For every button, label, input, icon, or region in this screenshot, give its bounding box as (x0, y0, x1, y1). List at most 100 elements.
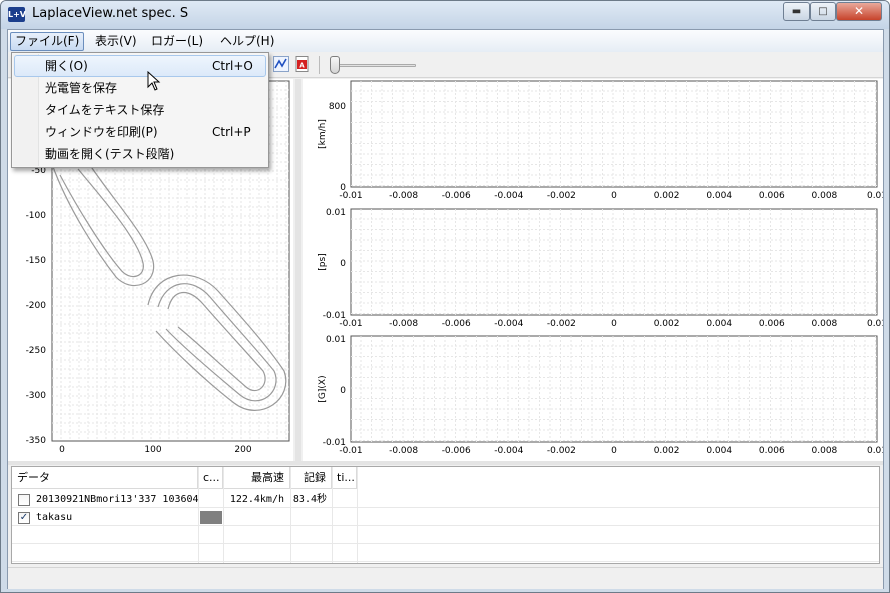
menu-logger[interactable]: ロガー(L) (146, 32, 208, 51)
x-tick-label: -0.006 (442, 446, 471, 456)
x-tick-label: 0.004 (706, 319, 732, 329)
x-tick-label: 0.01 (867, 446, 883, 456)
row-divider (12, 543, 879, 544)
menu-item-open[interactable]: 開く(O) Ctrl+O (14, 55, 266, 77)
close-button[interactable]: ✕ (836, 2, 882, 21)
x-tick-label: -0.01 (339, 446, 362, 456)
gforce-chart: 0.010-0.01[G](X)-0.01 -0.008 -0.006 -0.004-… (318, 335, 887, 456)
menu-item-shortcut: Ctrl+O (212, 59, 253, 73)
y-tick-label: -200 (26, 301, 47, 311)
plot-area (350, 208, 878, 316)
horizontal-splitter[interactable] (8, 461, 883, 465)
column-header-max-speed[interactable]: 最高速 (223, 467, 290, 489)
column-divider (357, 467, 358, 563)
y-tick-label: -250 (26, 346, 47, 356)
x-tick-label: 0.008 (812, 191, 838, 201)
menu-item-label: タイムをテキスト保存 (45, 103, 165, 117)
x-tick-label: -0.002 (547, 319, 576, 329)
mouse-cursor-icon (147, 71, 161, 91)
app-window: L+V LaplaceView.net spec. S ▬ □ ✕ ファイル(F… (0, 0, 890, 593)
pdf-icon[interactable]: A (294, 56, 310, 72)
row-max-speed: 122.4km/h (229, 494, 284, 505)
svg-text:A: A (299, 62, 305, 70)
x-tick-label: 100 (144, 445, 161, 455)
row-checkbox[interactable] (18, 494, 30, 506)
row-color-swatch[interactable] (200, 511, 222, 524)
y-tick-label: -100 (26, 211, 47, 221)
column-header-record[interactable]: 記録 (290, 467, 332, 489)
minimize-button[interactable]: ▬ (783, 2, 810, 21)
y-axis-label: [km/h] (318, 119, 328, 149)
y-tick-label: 0.01 (326, 335, 346, 345)
y-axis-label: [G](X) (318, 375, 328, 402)
x-tick-label: -0.008 (389, 446, 418, 456)
x-tick-label: -0.002 (547, 191, 576, 201)
menu-item-label: ウィンドウを印刷(P) (45, 125, 158, 139)
maximize-button[interactable]: □ (810, 2, 836, 21)
row-name: 20130921NBmori13'337 103604 (36, 494, 199, 505)
y-tick-label: 800 (329, 102, 346, 112)
y-tick-label: 0.01 (326, 208, 346, 218)
x-tick-label: 0.01 (867, 319, 883, 329)
speed-chart: 800 0 [km/h] -0.01 -0.008 -0.006 -0.004 -0.002 0… (318, 80, 887, 201)
x-tick-label: 0 (611, 446, 617, 456)
playback-slider-thumb[interactable] (330, 56, 340, 74)
x-tick-label: -0.002 (547, 446, 576, 456)
client-area: ファイル(F) 表示(V) ロガー(L) ヘルプ(H) A -50 -100 -15… (7, 29, 887, 589)
x-tick-label: 0.004 (706, 191, 732, 201)
menu-item-print-window[interactable]: ウィンドウを印刷(P) Ctrl+P (14, 121, 266, 143)
app-logo-icon: L+V (8, 7, 26, 22)
x-tick-label: 0.008 (812, 319, 838, 329)
x-tick-label: 0.008 (812, 446, 838, 456)
menu-help[interactable]: ヘルプ(H) (215, 32, 279, 51)
title-bar[interactable]: L+V LaplaceView.net spec. S ▬ □ ✕ (1, 1, 889, 29)
column-header-color[interactable]: c... (198, 467, 223, 489)
column-divider (223, 467, 224, 563)
file-dropdown-menu: 開く(O) Ctrl+O 光電管を保存 タイムをテキスト保存 ウィンドウを印刷(… (11, 52, 269, 168)
y-axis-label: [ps] (318, 253, 328, 270)
menu-bar: ファイル(F) 表示(V) ロガー(L) ヘルプ(H) (8, 30, 883, 52)
row-record: 83.4秒 (292, 494, 327, 505)
column-header-data[interactable]: データ (12, 467, 198, 489)
menu-item-save-time-text[interactable]: タイムをテキスト保存 (14, 99, 266, 121)
x-tick-label: -0.006 (442, 191, 471, 201)
menu-item-open-video[interactable]: 動画を開く(テスト段階) (14, 143, 266, 165)
menu-item-save-photogate[interactable]: 光電管を保存 (14, 77, 266, 99)
x-tick-label: 0 (611, 319, 617, 329)
charts-panel: 800 0 [km/h] -0.01 -0.008 -0.006 -0.004 -0.002 0… (303, 79, 887, 461)
playback-slider-track[interactable] (330, 64, 416, 67)
row-checkbox[interactable]: ✓ (18, 512, 30, 524)
plot-area (350, 80, 878, 188)
menu-file[interactable]: ファイル(F) (10, 32, 85, 51)
row-divider (12, 561, 879, 562)
column-divider (198, 467, 199, 563)
x-tick-label: 0.002 (654, 446, 680, 456)
menu-view[interactable]: 表示(V) (90, 32, 142, 51)
x-tick-label: 0.006 (759, 319, 785, 329)
x-tick-label: 0.002 (654, 319, 680, 329)
row-name: takasu (36, 512, 73, 523)
column-divider (332, 467, 333, 563)
vertical-splitter[interactable] (295, 79, 301, 461)
column-divider (290, 467, 291, 563)
x-tick-label: -0.004 (494, 446, 523, 456)
menu-item-shortcut: Ctrl+P (212, 125, 251, 139)
time-chart: 0.010-0.01[ps]-0.01 -0.008 -0.006 -0.004 -0.… (318, 208, 887, 329)
menu-item-label: 開く(O) (45, 59, 88, 73)
x-tick-label: 0.006 (759, 191, 785, 201)
y-tick-label: -350 (26, 436, 47, 446)
y-tick-label: 0 (340, 259, 346, 269)
y-tick-label: -150 (26, 256, 47, 266)
x-tick-label: -0.006 (442, 319, 471, 329)
x-tick-label: -0.01 (339, 319, 362, 329)
column-header-time[interactable]: ti... (332, 467, 357, 489)
window-title: LaplaceView.net spec. S (32, 6, 189, 21)
x-tick-label: 0.002 (654, 191, 680, 201)
y-tick-label: -300 (26, 391, 47, 401)
menu-item-label: 動画を開く(テスト段階) (45, 147, 175, 161)
graph-line-icon[interactable] (273, 56, 289, 72)
data-table: データ c... 最高速 記録 ti... 20130921NBmori13'3… (11, 466, 880, 564)
row-divider (12, 525, 879, 526)
x-tick-label: 0.006 (759, 446, 785, 456)
x-tick-label: 0.004 (706, 446, 732, 456)
